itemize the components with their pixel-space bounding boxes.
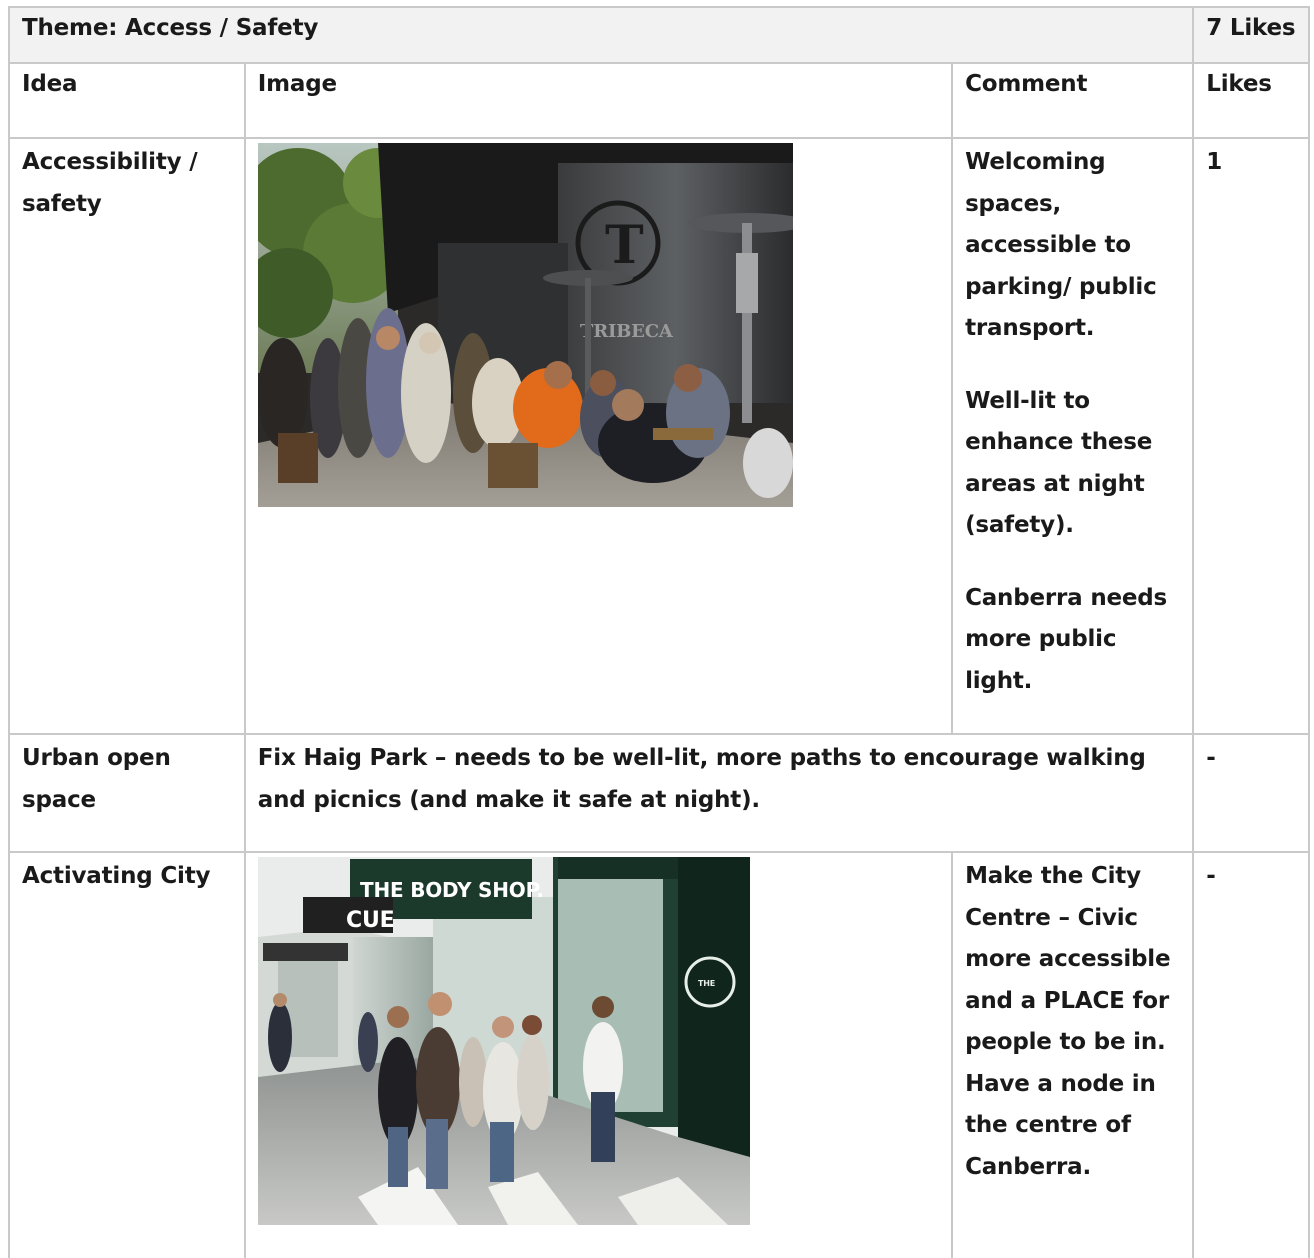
idea-cell: Activating City [8,851,246,1258]
idea-text: space [22,786,96,813]
likes-cell: - [1192,851,1310,1258]
ideas-table: Theme: Access / Safety 7 Likes Idea Imag… [7,6,1310,1258]
header-image: Image [243,62,954,139]
header-comment: Comment [951,62,1195,139]
comment-paragraph: Welcoming spaces, accessible to parking/… [965,149,1157,341]
theme-likes-total: 7 Likes [1192,6,1310,64]
idea-cell: Urban open space [8,733,246,853]
header-idea: Idea [8,62,246,139]
comment-paragraph: Canberra needs more public light. [965,584,1168,694]
theme-row: Theme: Access / Safety 7 Likes [7,6,1310,64]
idea-cell: Accessibility / safety [8,137,246,735]
idea-text: Accessibility / [22,149,198,175]
comment-cell: Welcoming spaces, accessible to parking/… [951,137,1195,735]
tribeca-signage: TRIBECA [580,321,674,342]
table-row: Activating City THE THE BODY SHOP. CUE M… [8,851,1310,1258]
cafe-terrace-photo: T TRIBECA [257,143,793,507]
header-row: Idea Image Comment Likes [8,62,1310,139]
likes-cell: 1 [1192,137,1310,735]
merged-comment-cell: Fix Haig Park – needs to be well-lit, mo… [243,733,1195,853]
image-cell: THE THE BODY SHOP. CUE [243,851,954,1258]
comment-cell: Make the City Centre – Civic more access… [951,851,1195,1258]
comment-paragraph: Well-lit to enhance these areas at night… [965,387,1153,539]
header-likes: Likes [1192,62,1310,139]
cue-signage: CUE [346,908,394,933]
theme-title: Theme: Access / Safety [7,6,1195,64]
table-row: Urban open space Fix Haig Park – needs t… [8,733,1310,853]
idea-text: Urban open [22,745,171,771]
svg-text:THE: THE [698,979,715,988]
table-row: Accessibility / safety T TRIBECA Welcomi… [8,137,1310,735]
likes-cell: - [1192,733,1310,853]
svg-text:T: T [605,215,644,276]
shopping-street-photo: THE THE BODY SHOP. CUE [257,857,750,1225]
idea-text: safety [22,190,102,217]
image-cell: T TRIBECA [243,137,954,735]
